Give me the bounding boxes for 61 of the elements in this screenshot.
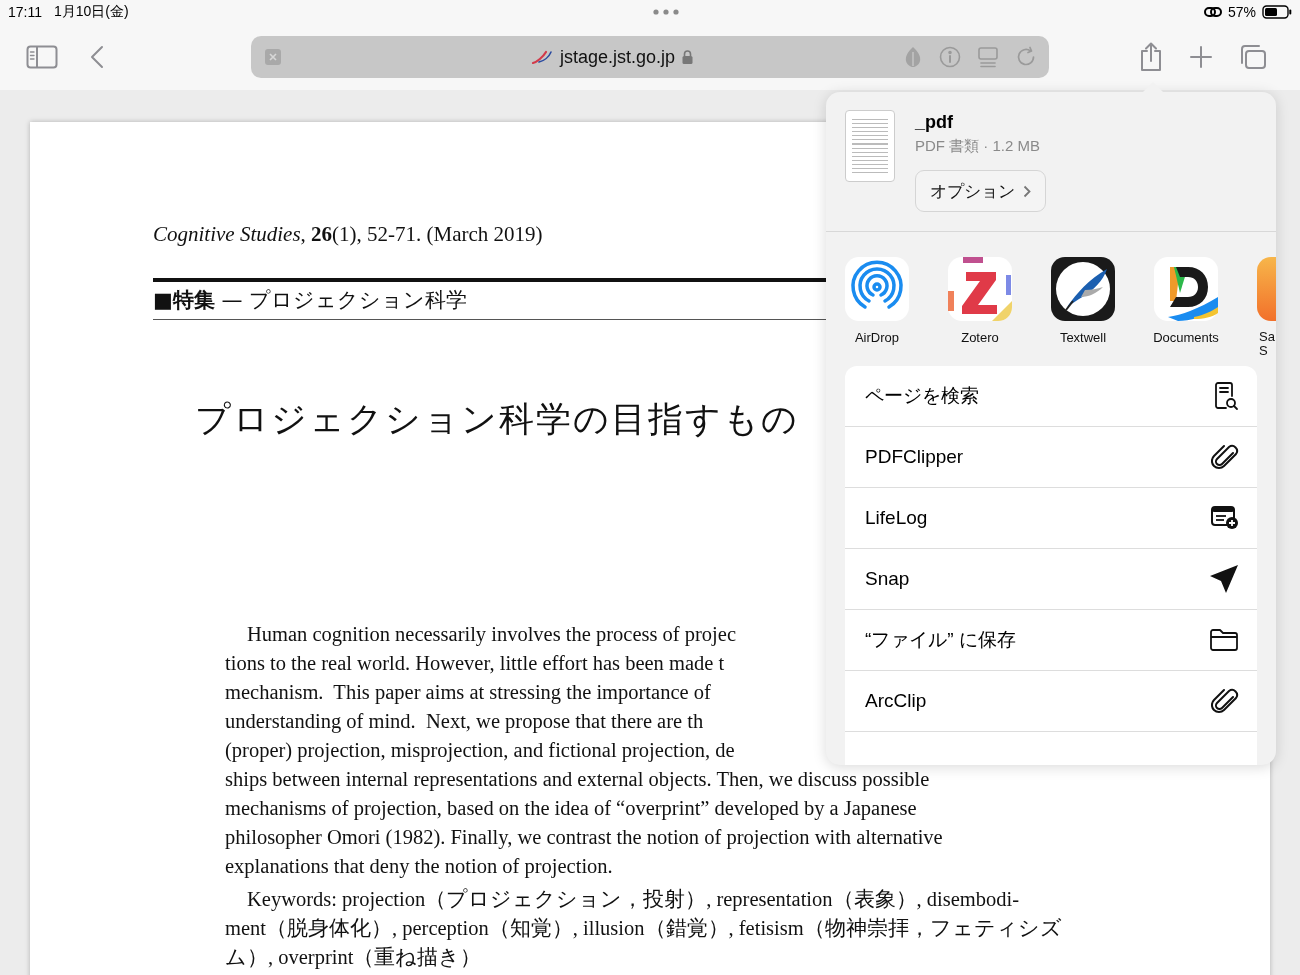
abstract-line: understanding of mind. Next, we propose that there are th [225, 709, 704, 735]
reload-icon[interactable] [1015, 46, 1037, 68]
reader-icon[interactable] [977, 46, 999, 68]
options-button[interactable]: オプション [915, 170, 1046, 212]
share-action-row[interactable]: ArcClip [845, 671, 1257, 732]
citation-text: Cognitive Studies, 26(1), 52-71. (March 2019) [153, 222, 543, 247]
info-icon[interactable] [939, 46, 961, 68]
app-icon [1257, 257, 1276, 321]
paper-plane-icon [1209, 564, 1239, 594]
close-icon[interactable] [265, 49, 281, 65]
abstract-line: mechanisms of projection, based on the idea of “overprint” developed by a Japanese [225, 796, 917, 822]
folder-icon [1209, 628, 1239, 652]
airdrop-icon [845, 257, 909, 321]
file-info: PDF 書類 · 1.2 MB [915, 137, 1041, 156]
abstract-line: tions to the real world. However, little effort has been made t [225, 651, 725, 676]
link-icon [1203, 6, 1222, 18]
keywords-line: ム）, overprint（重ね描き） [225, 945, 482, 971]
sidebar-icon[interactable] [26, 45, 58, 69]
back-chevron-icon[interactable] [90, 45, 104, 69]
lock-icon [682, 50, 694, 64]
app-name[interactable]: Sa S [1257, 330, 1276, 358]
keywords-line: ment（脱身体化）, perception（知覚）, illusion（錯覚）, fetisism（物神崇拝，フェティシズ [225, 916, 1062, 942]
paperclip-icon [1211, 443, 1239, 471]
status-date: 1月10日(金) [54, 3, 129, 21]
pdf-thumbnail [845, 110, 895, 182]
paperclip-icon [1211, 687, 1239, 715]
file-name: _pdf [915, 112, 953, 133]
abstract-line: (proper) projection, misprojection, and fictional projection, de [225, 738, 735, 764]
abstract-line: ships between internal representations and external objects. Then, we discuss possible [225, 767, 930, 793]
abstract-line: Human cognition necessarily involves the process of projec [247, 622, 737, 648]
documents-icon [1154, 257, 1218, 321]
url-text: jstage.jst.go.jp [559, 46, 676, 68]
zotero-icon [948, 257, 1012, 321]
abstract-line: explanations that deny the notion of projection. [225, 854, 613, 880]
share-action-row[interactable]: “ファイル” に保存 [845, 610, 1257, 671]
app-name[interactable]: Documents [1153, 330, 1219, 345]
battery-percentage: 57% [1227, 4, 1256, 20]
tabs-overview-icon[interactable] [1239, 44, 1267, 70]
section-heading: ■特集 — プロジェクション科学 [153, 287, 468, 314]
share-action-row[interactable]: PDFClipper [845, 427, 1257, 488]
address-bar[interactable]: jstage.jst.go.jp [251, 36, 1049, 78]
site-logo-icon [530, 49, 553, 65]
app-name[interactable]: AirDrop [854, 330, 900, 345]
multitasking-dots-icon[interactable] [653, 9, 680, 15]
share-action-row[interactable]: ページを検索 [845, 366, 1257, 427]
quill-pen-icon [1051, 257, 1115, 321]
abstract-line: mechanism. This paper aims at stressing the importance of [225, 680, 711, 706]
share-action-row[interactable]: Snap [845, 549, 1257, 610]
share-action-row[interactable]: LifeLog [845, 488, 1257, 549]
app-name[interactable]: Textwell [1059, 330, 1107, 345]
new-tab-plus-icon[interactable] [1189, 45, 1213, 69]
battery-icon [1262, 5, 1292, 19]
status-time: 17:11 [8, 4, 42, 20]
list-add-icon [1211, 506, 1239, 530]
document-search-icon [1213, 381, 1239, 411]
article-title: プロジェクション科学の目指すもの [195, 398, 799, 441]
share-icon[interactable] [1139, 42, 1163, 72]
abstract-line: philosopher Omori (1982). Finally, we contrast the notion of projection with alternative [225, 825, 943, 851]
chevron-right-icon [1023, 184, 1031, 198]
app-name[interactable]: Zotero [961, 330, 999, 345]
keywords-line: Keywords: projection（プロジェクション，投射）, representation（表象）, disembodi- [247, 887, 1020, 913]
